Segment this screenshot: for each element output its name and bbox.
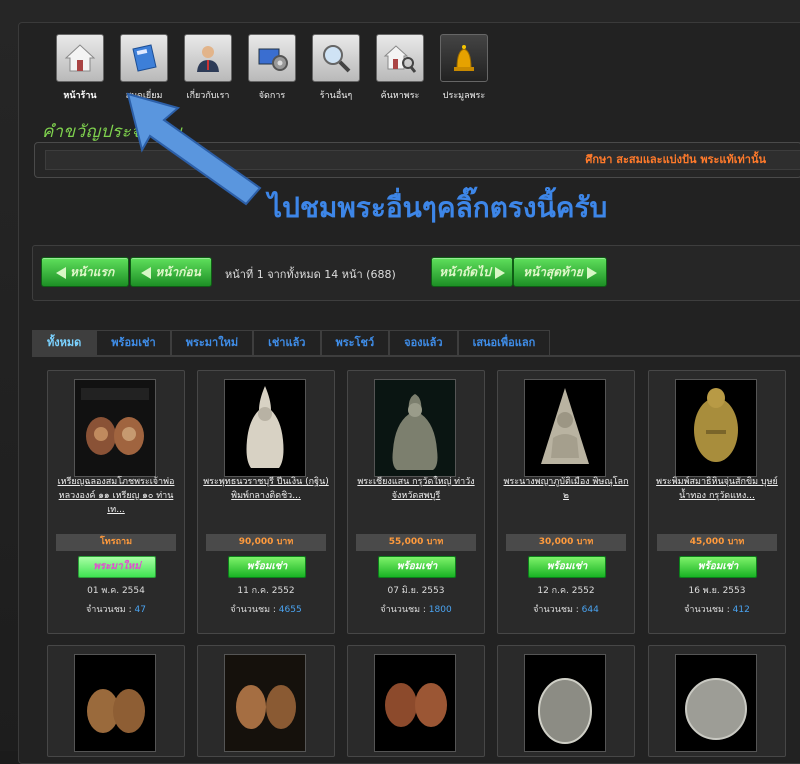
- post-date: 07 มิ.ย. 2553: [387, 586, 445, 596]
- status-badge: พร้อมเช่า: [528, 556, 606, 578]
- product-card[interactable]: เหรียญฉลองสมโภชพระเจ้าพ่อหลวงองค์ ๑๑ เหร…: [47, 370, 185, 634]
- product-price: 90,000 บาท: [206, 534, 326, 551]
- pagination-bar: หน้าแรก หน้าก่อน หน้าที่ 1 จากทั้งหมด 14…: [32, 245, 800, 301]
- product-image[interactable]: [524, 379, 606, 477]
- product-card[interactable]: [648, 645, 786, 757]
- tab-rented[interactable]: เช่าแล้ว: [253, 330, 321, 355]
- product-title-link[interactable]: พระพุทธนวราชบุรี ปีนเงิน (กฐิน) พิมพ์กลา…: [202, 475, 330, 503]
- product-image[interactable]: [524, 654, 606, 752]
- nav-label: ค้นหาพระ: [380, 91, 420, 101]
- bell-icon: [440, 34, 488, 82]
- product-image[interactable]: [224, 654, 306, 752]
- last-page-label: หน้าสุดท้าย: [523, 265, 583, 279]
- next-page-label: หน้าถัดไป: [439, 265, 491, 279]
- nav-label: ประมูลพระ: [442, 91, 486, 101]
- tab-reserved[interactable]: จองแล้ว: [389, 330, 458, 355]
- product-title-link[interactable]: พระนางพญาภูบัติเมือง พิษณุโลก ๒: [502, 475, 630, 503]
- product-card[interactable]: [197, 645, 335, 757]
- product-price: 45,000 บาท: [657, 534, 777, 551]
- status-badge: พร้อมเช่า: [378, 556, 456, 578]
- status-badge: พร้อมเช่า: [679, 556, 757, 578]
- page-info: หน้าที่ 1 จากทั้งหมด 14 หน้า (688): [225, 268, 396, 281]
- nav-item-auction[interactable]: ประมูลพระ: [436, 34, 492, 102]
- status-badge: พร้อมเช่า: [228, 556, 306, 578]
- magnifier-icon: [312, 34, 360, 82]
- post-date: 16 พ.ย. 2553: [688, 586, 746, 596]
- arrow-left-icon: [55, 266, 66, 279]
- product-image[interactable]: [374, 654, 456, 752]
- post-date: 01 พ.ค. 2554: [87, 586, 145, 596]
- view-count: จำนวนชม : 4655: [198, 602, 334, 616]
- product-card[interactable]: พระพิมพ์สมาธิหินจุ่นสักขิม บุษย์น้ำทอง ก…: [648, 370, 786, 634]
- view-count-label: จำนวนชม :: [86, 605, 132, 615]
- product-price: 30,000 บาท: [506, 534, 626, 551]
- book-icon: [120, 34, 168, 82]
- product-title-link[interactable]: พระเชียงแสน กรุวัดใหญ่ ท่าวัง จังหวัดสพบ…: [352, 475, 480, 503]
- nav-label: หน้าร้าน: [63, 91, 97, 101]
- nav-label: ร้านอื่นๆ: [319, 91, 353, 101]
- post-date: 11 ก.ค. 2552: [237, 586, 295, 596]
- tab-all[interactable]: ทั้งหมด: [32, 330, 97, 355]
- view-count-label: จำนวนชม :: [684, 605, 730, 615]
- product-title-link[interactable]: พระพิมพ์สมาธิหินจุ่นสักขิม บุษย์น้ำทอง ก…: [653, 475, 781, 503]
- first-page-button[interactable]: หน้าแรก: [41, 257, 129, 287]
- product-image[interactable]: [675, 654, 757, 752]
- nav-item-other-shops[interactable]: ร้านอื่นๆ: [308, 34, 364, 102]
- view-count: จำนวนชม : 412: [649, 602, 785, 616]
- view-count-value: 47: [134, 605, 146, 615]
- prev-page-label: หน้าก่อน: [155, 265, 201, 279]
- product-image[interactable]: [224, 379, 306, 477]
- annotation-text: ไปชมพระอื่นๆคลิ๊กตรงนี้ครับ: [268, 191, 608, 224]
- status-badge: พระมาใหม่: [78, 556, 156, 578]
- product-card[interactable]: พระเชียงแสน กรุวัดใหญ่ ท่าวัง จังหวัดสพบ…: [347, 370, 485, 634]
- product-image[interactable]: [74, 379, 156, 477]
- arrow-right-icon: [586, 266, 597, 279]
- product-card[interactable]: [497, 645, 635, 757]
- product-card[interactable]: [347, 645, 485, 757]
- tab-available[interactable]: พร้อมเช่า: [96, 330, 171, 355]
- view-count: จำนวนชม : 47: [48, 602, 184, 616]
- product-price: 55,000 บาท: [356, 534, 476, 551]
- next-page-button[interactable]: หน้าถัดไป: [431, 257, 513, 287]
- house-search-icon: [376, 34, 424, 82]
- tab-underline: [32, 355, 800, 357]
- arrow-right-icon: [494, 266, 505, 279]
- arrow-left-icon: [141, 266, 152, 279]
- post-date: 12 ก.ค. 2552: [537, 586, 595, 596]
- top-nav: หน้าร้าน สมุดเยี่ยม เกี่ยวกับเรา จัดการ …: [52, 34, 492, 102]
- product-card[interactable]: [47, 645, 185, 757]
- first-page-label: หน้าแรก: [69, 265, 115, 279]
- annotation-arrow-icon: [126, 92, 262, 206]
- product-title-link[interactable]: เหรียญฉลองสมโภชพระเจ้าพ่อหลวงองค์ ๑๑ เหร…: [52, 475, 180, 517]
- last-page-button[interactable]: หน้าสุดท้าย: [513, 257, 607, 287]
- view-count-value: 644: [581, 605, 599, 615]
- settings-icon: [248, 34, 296, 82]
- view-count-label: จำนวนชม :: [230, 605, 276, 615]
- view-count: จำนวนชม : 1800: [348, 602, 484, 616]
- view-count-value: 412: [732, 605, 750, 615]
- prev-page-button[interactable]: หน้าก่อน: [130, 257, 212, 287]
- view-count: จำนวนชม : 644: [498, 602, 634, 616]
- product-image[interactable]: [74, 654, 156, 752]
- category-tabs: ทั้งหมด พร้อมเช่า พระมาใหม่ เช่าแล้ว พระ…: [32, 330, 551, 355]
- view-count-value: 4655: [278, 605, 302, 615]
- view-count-label: จำนวนชม :: [533, 605, 579, 615]
- user-icon: [184, 34, 232, 82]
- nav-item-home[interactable]: หน้าร้าน: [52, 34, 108, 102]
- product-card[interactable]: พระนางพญาภูบัติเมือง พิษณุโลก ๒ 30,000 บ…: [497, 370, 635, 634]
- view-count-label: จำนวนชม :: [380, 605, 426, 615]
- tab-show[interactable]: พระโชว์: [320, 330, 390, 355]
- tab-new[interactable]: พระมาใหม่: [170, 330, 254, 355]
- product-image[interactable]: [675, 379, 757, 477]
- nav-item-search-amulet[interactable]: ค้นหาพระ: [372, 34, 428, 102]
- view-count-value: 1800: [428, 605, 452, 615]
- product-card[interactable]: พระพุทธนวราชบุรี ปีนเงิน (กฐิน) พิมพ์กลา…: [197, 370, 335, 634]
- home-icon: [56, 34, 104, 82]
- tab-exchange[interactable]: เสนอเพื่อแลก: [457, 330, 551, 355]
- product-image[interactable]: [374, 379, 456, 477]
- product-price: โทรถาม: [56, 534, 176, 551]
